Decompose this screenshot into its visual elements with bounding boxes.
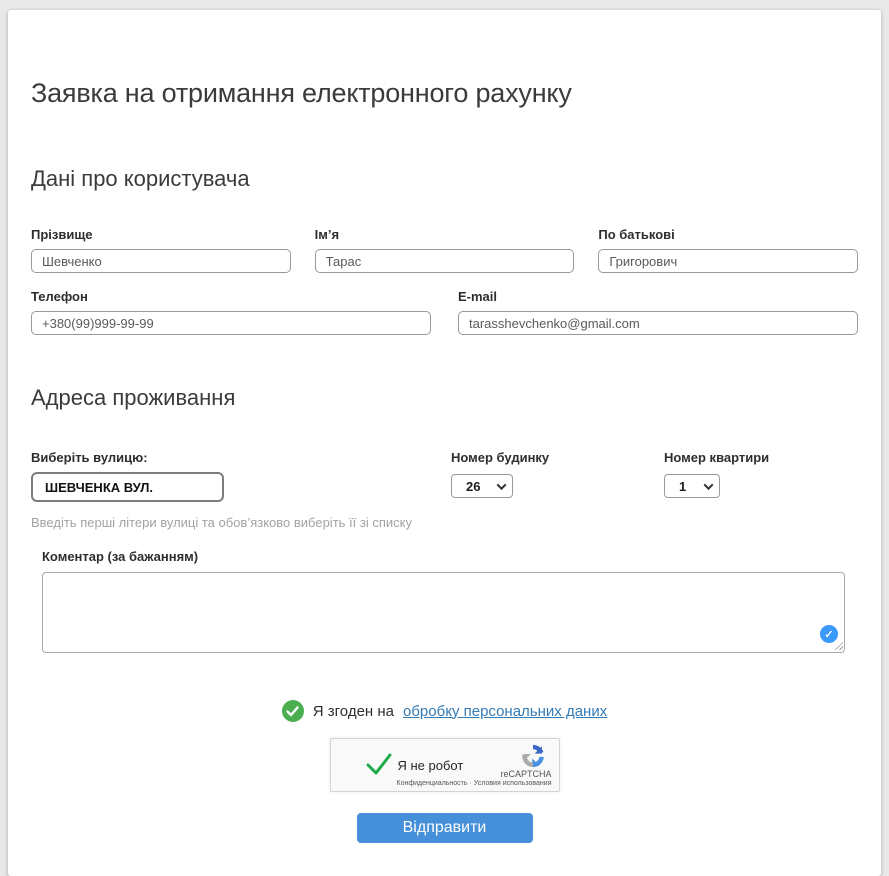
patronymic-field-group: По батькові <box>598 227 858 273</box>
submit-button[interactable]: Відправити <box>357 813 533 843</box>
apartment-number-value: 1 <box>679 479 686 494</box>
personal-data-link[interactable]: обробку персональних даних <box>403 703 607 720</box>
recaptcha-label: Я не робот <box>398 758 464 773</box>
address-fields-row: Виберіть вулицю: Номер будинку 26 Номер … <box>31 450 858 502</box>
apartment-number-field-group: Номер квартири 1 <box>664 450 858 502</box>
apartment-number-label: Номер квартири <box>664 450 858 465</box>
phone-input[interactable] <box>31 311 431 335</box>
comment-textarea[interactable] <box>42 572 845 653</box>
first-name-label: Ім’я <box>315 227 575 242</box>
surname-field-group: Прізвище <box>31 227 291 273</box>
patronymic-label: По батькові <box>598 227 858 242</box>
recaptcha-widget[interactable]: Я не робот reCAPTCHA Конфиденциальность … <box>330 738 560 792</box>
surname-input[interactable] <box>31 249 291 273</box>
contact-fields-row: Телефон E-mail <box>31 289 858 335</box>
house-number-value: 26 <box>466 479 480 494</box>
consent-row: Я згоден на обробку персональних даних <box>31 700 858 722</box>
recaptcha-terms-link[interactable]: Условия использования <box>474 780 552 787</box>
comment-area-wrapper: ✓ <box>42 572 845 653</box>
submit-button-container: Відправити <box>31 813 858 843</box>
recaptcha-container: Я не робот reCAPTCHA Конфиденциальность … <box>31 738 858 792</box>
house-number-field-group: Номер будинку 26 <box>451 450 664 502</box>
comment-field-group: Коментар (за бажанням) ✓ <box>42 549 845 653</box>
recaptcha-separator: · <box>470 780 472 787</box>
surname-label: Прізвище <box>31 227 291 242</box>
email-label: E-mail <box>458 289 858 304</box>
first-name-input[interactable] <box>315 249 575 273</box>
recaptcha-check-icon <box>365 752 393 783</box>
phone-label: Телефон <box>31 289 431 304</box>
comment-label: Коментар (за бажанням) <box>42 549 845 564</box>
name-fields-row: Прізвище Ім’я По батькові <box>31 227 858 273</box>
recaptcha-brand-text: reCAPTCHA <box>500 769 551 779</box>
street-input[interactable] <box>31 472 224 502</box>
form-card: Заявка на отримання електронного рахунку… <box>8 10 881 876</box>
email-field-group: E-mail <box>458 289 858 335</box>
street-hint-text: Введіть перші літери вулиці та обов’язко… <box>31 515 858 530</box>
email-input[interactable] <box>458 311 858 335</box>
page-title: Заявка на отримання електронного рахунку <box>31 78 858 109</box>
house-number-select[interactable]: 26 <box>451 474 513 498</box>
consent-text: Я згоден на <box>313 703 394 720</box>
patronymic-input[interactable] <box>598 249 858 273</box>
chevron-down-icon <box>497 480 507 490</box>
section-heading-user-data: Дані про користувача <box>31 166 858 192</box>
street-field-group: Виберіть вулицю: <box>31 450 451 502</box>
apartment-number-select[interactable]: 1 <box>664 474 720 498</box>
street-label: Виберіть вулицю: <box>31 450 451 465</box>
chevron-down-icon <box>704 480 714 490</box>
spellcheck-badge-icon[interactable]: ✓ <box>820 625 838 643</box>
first-name-field-group: Ім’я <box>315 227 575 273</box>
recaptcha-logo-icon <box>519 743 547 769</box>
recaptcha-privacy-terms: Конфиденциальность · Условия использован… <box>397 780 552 787</box>
section-heading-address: Адреса проживання <box>31 385 858 411</box>
house-number-label: Номер будинку <box>451 450 664 465</box>
consent-checkbox-checked-icon[interactable] <box>282 700 304 722</box>
recaptcha-privacy-link[interactable]: Конфиденциальность <box>397 780 468 787</box>
phone-field-group: Телефон <box>31 289 431 335</box>
